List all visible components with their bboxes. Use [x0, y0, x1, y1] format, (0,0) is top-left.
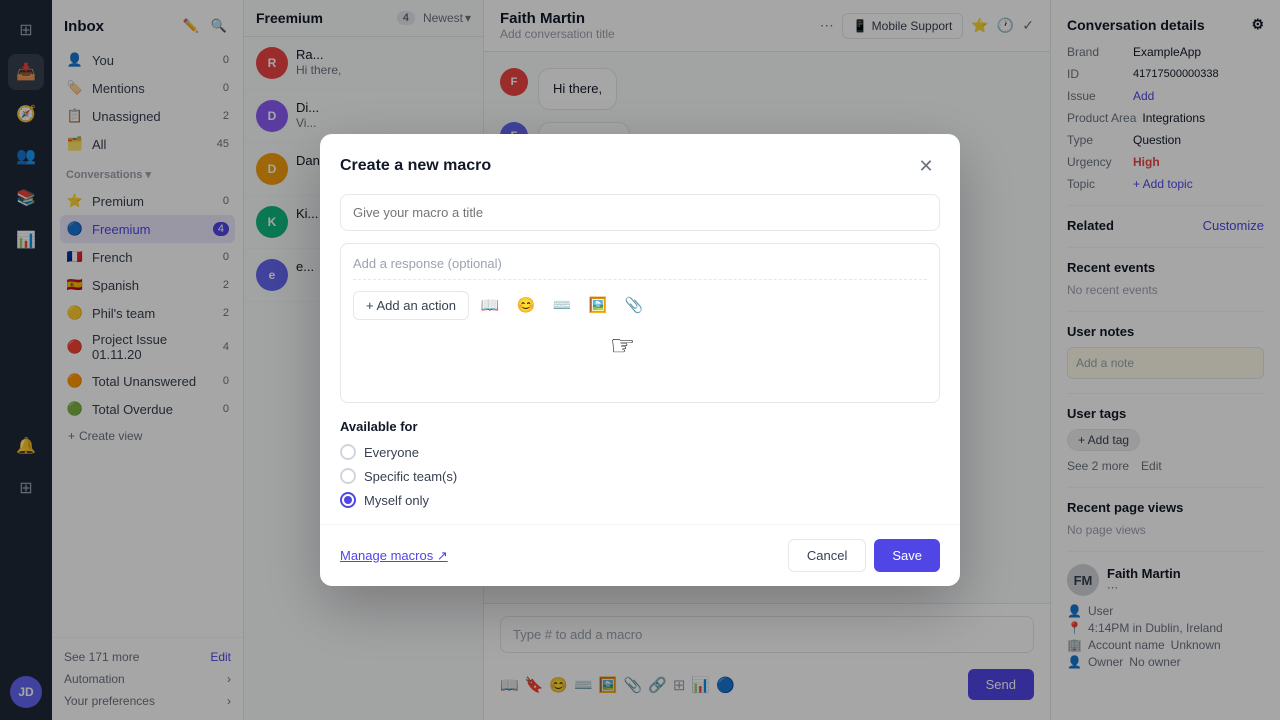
modal-close-button[interactable]: ✕: [912, 152, 940, 180]
available-for-title: Available for: [340, 419, 940, 434]
save-button[interactable]: Save: [874, 539, 940, 572]
radio-group: Everyone Specific team(s) Myself only: [340, 444, 940, 508]
radio-everyone-indicator: [340, 444, 356, 460]
add-action-button[interactable]: + Add an action: [353, 291, 469, 320]
toolbar-emoji-icon[interactable]: 😊: [511, 290, 541, 320]
modal-footer: Manage macros ↗ Cancel Save: [320, 524, 960, 586]
modal-action-bar: + Add an action 📖 😊 ⌨️ 🖼️ 📎: [353, 279, 927, 320]
modal-overlay[interactable]: Create a new macro ✕ Add a response (opt…: [0, 0, 1280, 720]
response-placeholder: Add a response (optional): [353, 256, 927, 271]
cancel-button[interactable]: Cancel: [788, 539, 866, 572]
modal-title: Create a new macro: [340, 157, 491, 175]
radio-myself-only-indicator: [340, 492, 356, 508]
create-macro-modal: Create a new macro ✕ Add a response (opt…: [320, 134, 960, 586]
radio-specific-team[interactable]: Specific team(s): [340, 468, 940, 484]
cursor-icon: ☞: [610, 329, 635, 362]
toolbar-attach-icon[interactable]: 📎: [619, 290, 649, 320]
toolbar-book-icon[interactable]: 📖: [475, 290, 505, 320]
radio-myself-only[interactable]: Myself only: [340, 492, 940, 508]
radio-everyone[interactable]: Everyone: [340, 444, 940, 460]
macro-title-input[interactable]: [340, 194, 940, 231]
available-for-section: Available for Everyone Specific team(s) …: [320, 403, 960, 524]
manage-macros-link[interactable]: Manage macros ↗: [340, 548, 448, 564]
toolbar-image-icon[interactable]: 🖼️: [583, 290, 613, 320]
toolbar-keyboard-icon[interactable]: ⌨️: [547, 290, 577, 320]
radio-specific-team-indicator: [340, 468, 356, 484]
macro-response-area[interactable]: Add a response (optional) ☞ + Add an act…: [340, 243, 940, 403]
